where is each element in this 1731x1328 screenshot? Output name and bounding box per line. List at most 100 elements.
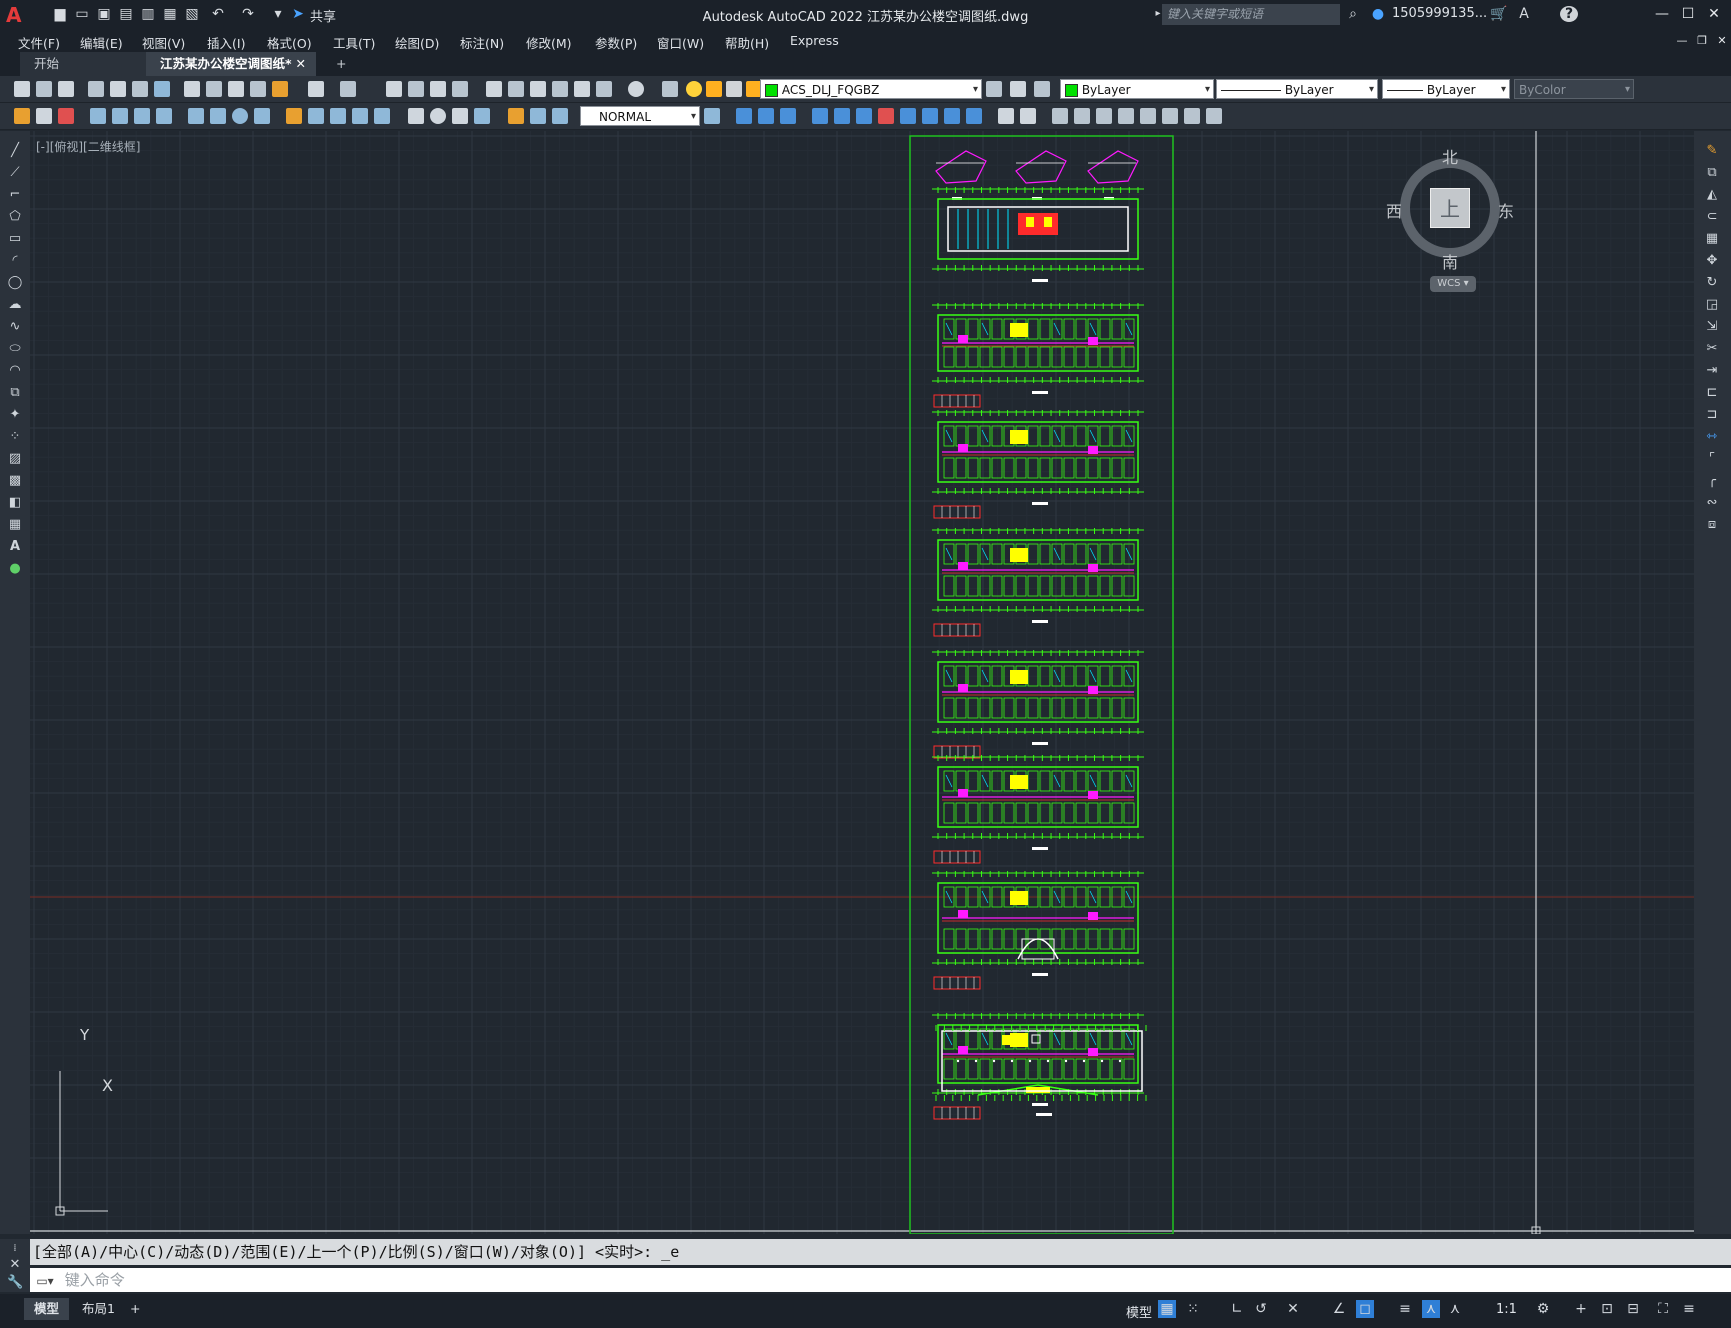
add-selected-icon[interactable]: ● [7, 561, 23, 577]
lineweight-toggle-icon[interactable]: ≡ [1396, 1300, 1414, 1318]
grip-icon[interactable]: ⁞ [7, 1241, 23, 1257]
diameter-dim-icon[interactable] [232, 108, 248, 124]
grid-icon[interactable]: ▦ [1158, 1300, 1176, 1318]
union-icon[interactable] [736, 108, 752, 124]
menu-window[interactable]: 窗口(W) [657, 33, 704, 52]
make-block-icon[interactable]: ✦ [7, 407, 23, 423]
join-icon[interactable]: ⇿ [1704, 429, 1720, 445]
autodesk-app-icon[interactable]: A [1516, 6, 1532, 22]
hatch-icon[interactable]: ▨ [7, 451, 23, 467]
viewcube-top-face[interactable]: 上 [1430, 188, 1470, 228]
maximize-icon[interactable]: ☐ [1676, 4, 1700, 24]
inspection-icon[interactable] [452, 108, 468, 124]
offset-faces-icon[interactable] [856, 108, 872, 124]
ortho-icon[interactable]: ∟ [1228, 1300, 1246, 1318]
close-icon[interactable]: ✕ [1702, 4, 1726, 24]
workspace-gear-icon[interactable]: ⚙ [1534, 1300, 1552, 1318]
layer-on-icon[interactable] [686, 81, 702, 97]
continue-dim-icon[interactable] [330, 108, 346, 124]
region-icon[interactable]: ◧ [7, 495, 23, 511]
scale-icon[interactable]: ◲ [1704, 297, 1720, 313]
tab-close-icon[interactable]: ✕ [296, 52, 306, 76]
mirror-icon[interactable]: ◭ [1704, 187, 1720, 203]
extend-icon[interactable]: ⇥ [1704, 363, 1720, 379]
section-icon[interactable] [1206, 108, 1222, 124]
close-command-icon[interactable]: ✕ [7, 1257, 23, 1273]
autoscale-icon[interactable]: ⋏ [1446, 1300, 1464, 1318]
3d-print-icon[interactable] [154, 81, 170, 97]
intersect-icon[interactable] [780, 108, 796, 124]
menu-help[interactable]: 帮助(H) [725, 33, 769, 52]
save-tool-icon[interactable] [58, 81, 74, 97]
properties-icon[interactable] [486, 81, 502, 97]
extrude-faces-icon[interactable] [812, 108, 828, 124]
user-icon[interactable]: ● [1370, 6, 1386, 22]
stretch-icon[interactable]: ⇲ [1704, 319, 1720, 335]
pan-icon[interactable] [386, 81, 402, 97]
polygon-icon[interactable]: ⬠ [7, 209, 23, 225]
menu-insert[interactable]: 插入(I) [207, 33, 245, 52]
color-dropdown[interactable]: ByLayer ▾ [1060, 79, 1214, 99]
menu-format[interactable]: 格式(O) [267, 33, 312, 52]
multiline-text-icon[interactable]: A [7, 539, 23, 555]
arc-length-icon[interactable] [134, 108, 150, 124]
explode-icon[interactable]: ⧈ [1704, 517, 1720, 533]
linetype-dropdown[interactable]: ByLayer ▾ [1216, 79, 1378, 99]
polyline-icon[interactable]: ⌐ [7, 187, 23, 203]
trim-icon[interactable]: ✂ [1704, 341, 1720, 357]
rectangle-icon[interactable]: ▭ [7, 231, 23, 247]
baseline-dim-icon[interactable] [308, 108, 324, 124]
angular-dim-icon[interactable] [254, 108, 270, 124]
shell-icon[interactable] [1118, 108, 1134, 124]
erase-icon[interactable]: ✎ [1704, 143, 1720, 159]
rotate-faces-icon[interactable] [900, 108, 916, 124]
revision-cloud-icon[interactable]: ☁ [7, 297, 23, 313]
copy-icon[interactable] [206, 81, 222, 97]
paste-icon[interactable] [228, 81, 244, 97]
circle-icon[interactable]: ◯ [7, 275, 23, 291]
delete-faces-icon[interactable] [878, 108, 894, 124]
menu-express[interactable]: Express [790, 33, 839, 48]
open-icon[interactable] [36, 81, 52, 97]
edit-block-icon[interactable] [36, 108, 52, 124]
lineweight-dropdown[interactable]: ByLayer ▾ [1382, 79, 1510, 99]
qnew-icon[interactable] [14, 81, 30, 97]
menu-draw[interactable]: 绘图(D) [395, 33, 439, 52]
sheet-set-icon[interactable] [552, 81, 568, 97]
array-icon[interactable]: ▦ [1704, 231, 1720, 247]
wcs-menu[interactable]: WCS ▾ [1430, 276, 1476, 292]
layer-dropdown[interactable]: ACS_DLJ_FQGBZ ▾ [760, 79, 982, 99]
layer-vp-icon[interactable] [726, 81, 742, 97]
construction-line-icon[interactable]: ⟋ [7, 165, 23, 181]
calculator-icon[interactable] [596, 81, 612, 97]
tab-drawing[interactable]: 江苏某办公楼空调图纸* ✕ [146, 52, 316, 76]
layer-freeze-icon[interactable] [706, 81, 722, 97]
add-layout-button[interactable]: + [120, 1298, 150, 1320]
blend-curves-icon[interactable]: ∾ [1704, 495, 1720, 511]
solidedit-icon[interactable] [1162, 108, 1178, 124]
viewcube[interactable]: 上 北 南 西 东 WCS ▾ [1386, 144, 1514, 294]
block-editor-icon[interactable] [272, 81, 288, 97]
menu-view[interactable]: 视图(V) [142, 33, 185, 52]
zoom-previous-icon[interactable] [452, 81, 468, 97]
preview-icon[interactable] [110, 81, 126, 97]
color-edges-icon[interactable] [1020, 108, 1036, 124]
polar-icon[interactable]: ↺ [1252, 1300, 1270, 1318]
tab-model[interactable]: 模型 [24, 1298, 70, 1320]
dim-style-manager-icon[interactable] [704, 108, 720, 124]
menu-parametric[interactable]: 参数(P) [595, 33, 637, 52]
menu-tools[interactable]: 工具(T) [333, 33, 375, 52]
dim-space-icon[interactable] [352, 108, 368, 124]
point-icon[interactable]: ⁘ [7, 429, 23, 445]
minimize-icon[interactable]: — [1650, 4, 1674, 24]
copy-object-icon[interactable]: ⧉ [1704, 165, 1720, 181]
undo-tool-icon[interactable] [308, 81, 324, 97]
cart-icon[interactable]: 🛒 [1490, 6, 1507, 22]
break-at-point-icon[interactable]: ⊏ [1704, 385, 1720, 401]
check-icon[interactable] [1140, 108, 1156, 124]
dim-edit-icon[interactable] [508, 108, 524, 124]
tolerance-icon[interactable] [408, 108, 424, 124]
customize-command-icon[interactable]: 🔧 [7, 1275, 23, 1291]
design-center-icon[interactable] [508, 81, 524, 97]
gradient-icon[interactable]: ▩ [7, 473, 23, 489]
